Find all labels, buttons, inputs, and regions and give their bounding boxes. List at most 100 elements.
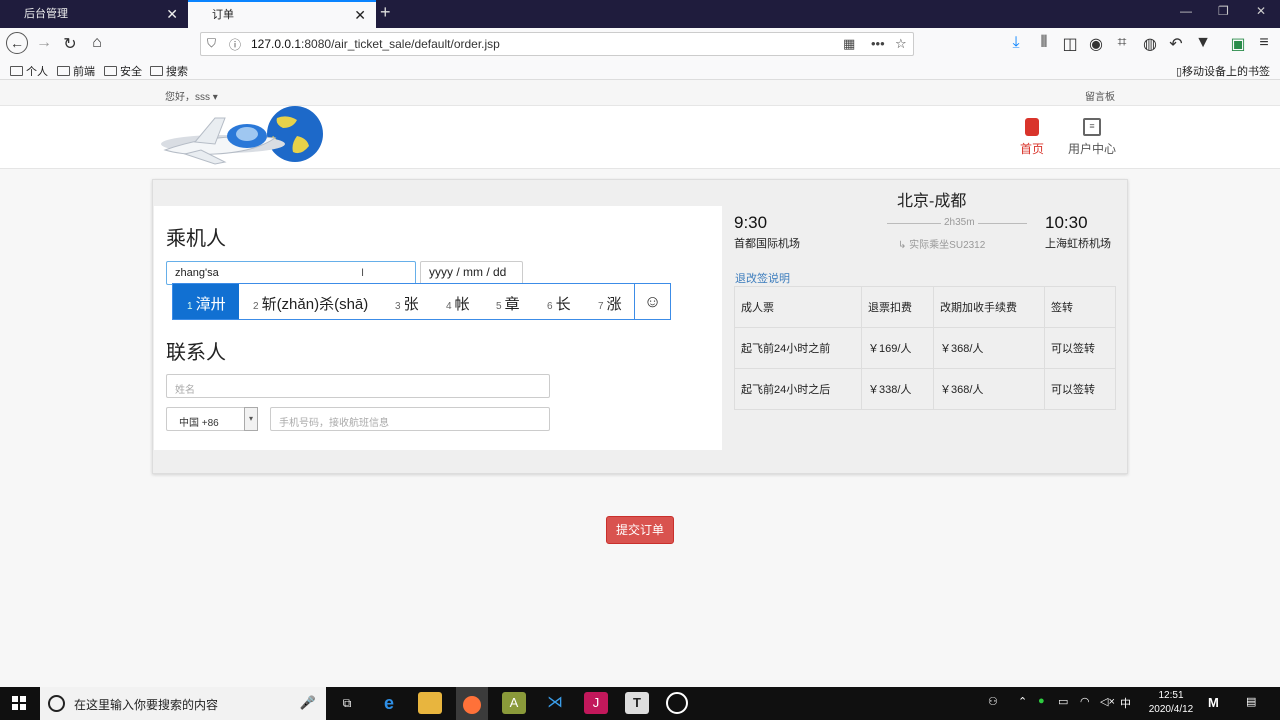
minimize-icon[interactable]: — [1180, 4, 1192, 18]
qr-code-icon[interactable]: ▦ [843, 36, 855, 52]
task-view-icon[interactable]: ⧉ [335, 692, 359, 714]
submit-order-button[interactable]: 提交订单 [606, 516, 674, 544]
vscode-icon[interactable]: ⋊ [543, 692, 567, 714]
pocket-icon[interactable]: ▼ [1193, 34, 1213, 52]
info-icon[interactable]: ⓘ [229, 36, 241, 53]
microphone-icon[interactable]: 🎤 [300, 695, 316, 711]
back-icon[interactable]: ← [6, 32, 28, 54]
table-header-row: 成人票 退票扣费 改期加收手续费 签转 [734, 286, 1116, 328]
table-row: 起飞前24小时之前 ￥169/人 ￥368/人 可以签转 [734, 327, 1116, 369]
browser-nav-bar: ← → ↻ ⌂ ⛉ ⓘ 127.0.0.1:8080/air_ticket_sa… [0, 28, 1280, 60]
bookmark-folder[interactable]: 前端 [57, 63, 95, 79]
table-cell: 起飞前24小时之后 [734, 368, 862, 410]
connect-arrow-icon: ↳ [898, 240, 907, 251]
passenger-heading: 乘机人 [166, 228, 226, 250]
ime-candidate[interactable]: 4帐 [446, 293, 470, 314]
url-text: 127.0.0.1:8080/air_ticket_sale/default/o… [251, 37, 500, 51]
url-bar[interactable]: ⛉ ⓘ 127.0.0.1:8080/air_ticket_sale/defau… [200, 32, 914, 56]
ime-candidate[interactable]: 2 斩(zhǎn)杀(shā) [253, 293, 368, 314]
menu-icon[interactable]: ≡ [1254, 34, 1274, 52]
library-icon[interactable]: ⫴ [1034, 34, 1054, 52]
flight-duration: 2h35m [941, 217, 978, 228]
reload-icon[interactable]: ↻ [60, 34, 80, 54]
close-tab-icon[interactable]: ✕ [166, 0, 178, 28]
departure-airport: 首都国际机场 [734, 238, 800, 250]
tab-title: 后台管理 [24, 8, 68, 20]
mobile-bookmarks[interactable]: ▯移动设备上的书签 [1176, 63, 1270, 79]
arrival-airport: 上海虹桥机场 [1045, 238, 1111, 250]
ime-candidate[interactable]: 1 漳卅 [187, 293, 226, 314]
obs-icon[interactable] [666, 692, 688, 714]
bookmarks-bar: 个人 前端 安全 搜索 ▯移动设备上的书签 [0, 60, 1280, 80]
ime-candidate[interactable]: 7涨 [598, 293, 622, 314]
top-strip: 您好，sss ▾ 留言板 [0, 80, 1280, 106]
typora-icon[interactable]: T [625, 692, 649, 714]
notification-icon[interactable]: ▤ [1246, 695, 1256, 708]
passenger-name-input[interactable]: zhang'sa I [166, 261, 416, 285]
home-icon[interactable]: ⌂ [87, 34, 107, 52]
bookmark-star-icon[interactable]: ☆ [895, 36, 907, 52]
emoji-icon[interactable]: ☺ [634, 284, 670, 319]
birth-date-input[interactable]: yyyy / mm / dd [420, 261, 523, 285]
ime-candidate[interactable]: 5章 [496, 293, 520, 314]
table-cell: ￥169/人 [861, 327, 934, 369]
taskbar-search[interactable]: 在这里输入你要搜索的内容 🎤 [40, 687, 326, 720]
refund-rules-link[interactable]: 退改签说明 [735, 270, 790, 286]
table-cell: 可以签转 [1044, 368, 1116, 410]
clock-time: 12:51 [1158, 690, 1184, 701]
crop-icon[interactable]: ⌗ [1112, 34, 1132, 52]
taskbar-clock[interactable]: 12:51 2020/4/12 [1140, 689, 1202, 717]
contact-name-input[interactable]: 姓名 [166, 374, 550, 398]
wechat-icon[interactable]: ● [1038, 695, 1045, 707]
tab-order[interactable]: 订单 ✕ [188, 0, 376, 28]
airplane-globe-logo[interactable] [155, 106, 330, 168]
tab-admin[interactable]: 后台管理 ✕ [0, 0, 188, 28]
file-explorer-icon[interactable] [418, 692, 442, 714]
bookmark-folder[interactable]: 个人 [10, 63, 48, 79]
table-cell: 起飞前24小时之前 [734, 327, 862, 369]
phone-input[interactable]: 手机号码，接收航班信息 [270, 407, 550, 431]
app-icon[interactable]: A [502, 692, 526, 714]
nav-home[interactable]: 首页 [1016, 118, 1048, 157]
people-icon[interactable]: ⚇ [988, 695, 998, 708]
volume-icon[interactable]: ◁× [1100, 695, 1115, 708]
tray-chevron-icon[interactable]: ⌃ [1018, 695, 1027, 708]
firefox-icon[interactable] [456, 687, 488, 720]
ime-indicator[interactable]: 中 [1120, 695, 1131, 711]
ime-candidate[interactable]: 3张 [395, 293, 419, 314]
ime-candidate[interactable]: 6长 [547, 293, 571, 314]
country-code-select[interactable]: 中国 +86 ▾ [166, 407, 258, 431]
page-content: 您好，sss ▾ 留言板 首页 ≡ 用户中心 乘机人 zhang'sa I yyy… [0, 80, 1280, 687]
undo-icon[interactable]: ↶ [1166, 34, 1186, 54]
message-board-link[interactable]: 留言板 [1085, 88, 1115, 103]
account-icon[interactable]: ◉ [1086, 34, 1106, 54]
site-header: 首页 ≡ 用户中心 [0, 106, 1280, 169]
more-actions-icon[interactable]: ••• [871, 36, 885, 51]
chat-icon[interactable]: ◍ [1140, 34, 1160, 54]
user-greeting[interactable]: 您好，sss ▾ [165, 88, 218, 103]
cortana-icon [48, 695, 65, 712]
download-icon[interactable]: ⤓ [1006, 34, 1026, 52]
network-icon[interactable]: ▭ [1058, 695, 1068, 708]
edge-icon[interactable]: e [377, 692, 401, 714]
extensions-icon[interactable]: ▣ [1228, 34, 1248, 54]
bookmark-folder[interactable]: 安全 [104, 63, 142, 79]
app-tray-icon[interactable]: M [1208, 695, 1219, 710]
window-close-icon[interactable]: ✕ [1256, 4, 1266, 18]
restore-icon[interactable]: ❐ [1218, 4, 1229, 18]
nav-user-center[interactable]: ≡ 用户中心 [1066, 118, 1118, 157]
wifi-icon[interactable]: ◠ [1080, 695, 1090, 708]
windows-start-icon[interactable] [12, 696, 26, 710]
forward-icon[interactable]: → [34, 34, 54, 52]
shield-icon[interactable]: ⛉ [207, 36, 216, 51]
intellij-icon[interactable]: J [584, 692, 608, 714]
sidebar-icon[interactable]: ◫ [1060, 34, 1080, 54]
user-center-icon: ≡ [1083, 118, 1101, 136]
taskbar: 在这里输入你要搜索的内容 🎤 ⧉ e A ⋊ J T ⚇ ⌃ ● ▭ ◠ ◁× … [0, 687, 1280, 720]
table-cell: ￥368/人 [933, 327, 1045, 369]
chevron-down-icon[interactable]: ▾ [244, 407, 258, 431]
bookmark-folder[interactable]: 搜索 [150, 63, 188, 79]
new-tab-icon[interactable]: + [380, 2, 391, 23]
arrival-time: 10:30 [1045, 213, 1088, 232]
close-tab-icon[interactable]: ✕ [354, 2, 366, 28]
